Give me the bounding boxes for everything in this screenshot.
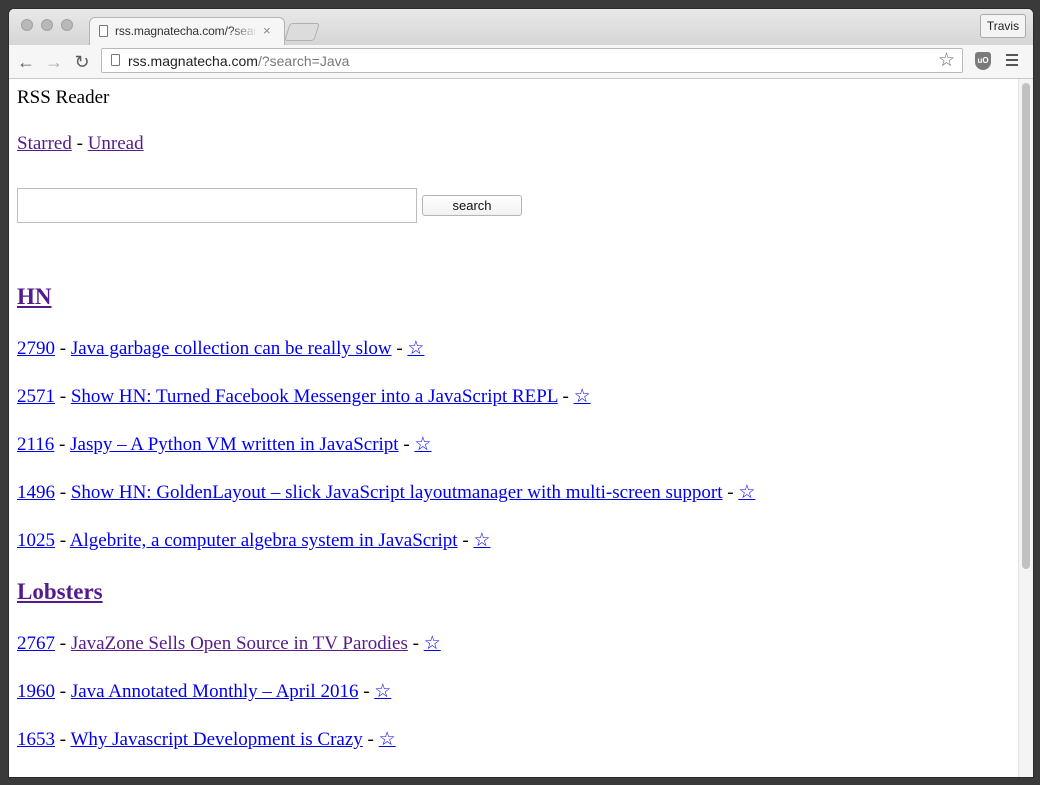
unread-link[interactable]: Unread: [88, 133, 144, 154]
address-bar[interactable]: rss.magnatecha.com/?search=Java ☆: [101, 48, 963, 73]
reload-icon[interactable]: ↻: [71, 51, 93, 73]
nav-separator: -: [71, 133, 88, 154]
tab-close-icon[interactable]: ×: [263, 23, 271, 38]
list-item: 2116 - Jaspy – A Python VM written in Ja…: [17, 433, 431, 456]
list-item: 2767 - JavaZone Sells Open Source in TV …: [17, 632, 441, 655]
tab-strip: rss.magnatecha.com/?search=Java × Travis: [9, 9, 1033, 45]
item-separator: -: [55, 482, 71, 503]
zoom-window-button[interactable]: [61, 19, 73, 31]
close-window-button[interactable]: [21, 19, 33, 31]
item-separator: -: [362, 729, 379, 750]
item-separator: -: [398, 434, 415, 455]
page-info-icon[interactable]: [111, 54, 120, 66]
article-title-link[interactable]: Why Javascript Development is Crazy: [70, 729, 362, 750]
profile-button[interactable]: Travis: [980, 14, 1026, 38]
item-separator: -: [54, 434, 71, 455]
item-separator: -: [358, 681, 375, 702]
minimize-window-button[interactable]: [41, 19, 53, 31]
bookmark-star-icon[interactable]: ☆: [938, 49, 955, 72]
article-title-link[interactable]: Java garbage collection can be really sl…: [71, 338, 392, 359]
article-title-link[interactable]: Show HN: Turned Facebook Messenger into …: [71, 386, 558, 407]
list-item: 1025 - Algebrite, a computer algebra sys…: [17, 529, 490, 552]
article-title-link[interactable]: Jaspy – A Python VM written in JavaScrip…: [70, 434, 398, 455]
search-input[interactable]: [17, 188, 417, 223]
item-separator: -: [391, 338, 408, 359]
star-icon[interactable]: ☆: [379, 729, 396, 750]
star-icon[interactable]: ☆: [473, 530, 490, 551]
page-content: RSS Reader Starred - Unread search HN 279…: [9, 79, 1033, 777]
item-separator: -: [722, 482, 739, 503]
item-separator: -: [407, 633, 424, 654]
score-link[interactable]: 1496: [17, 482, 55, 503]
list-item: 2790 - Java garbage collection can be re…: [17, 337, 424, 360]
list-item: 1653 - Why Javascript Development is Cra…: [17, 728, 396, 751]
item-separator: -: [55, 681, 71, 702]
page-icon: [99, 25, 108, 37]
browser-toolbar: ← → ↻ rss.magnatecha.com/?search=Java ☆ …: [9, 45, 1033, 79]
scrollbar-thumb[interactable]: [1022, 83, 1030, 569]
star-icon[interactable]: ☆: [574, 386, 591, 407]
search-button[interactable]: search: [422, 195, 522, 216]
list-item: 1496 - Show HN: GoldenLayout – slick Jav…: [17, 481, 755, 504]
star-icon[interactable]: ☆: [414, 434, 431, 455]
item-separator: -: [457, 530, 474, 551]
active-tab-content: rss.magnatecha.com/?search=Java ×: [99, 23, 283, 43]
star-icon[interactable]: ☆: [374, 681, 391, 702]
star-icon[interactable]: ☆: [407, 338, 424, 359]
article-title-link[interactable]: Algebrite, a computer algebra system in …: [70, 530, 458, 551]
list-item: 2571 - Show HN: Turned Facebook Messenge…: [17, 385, 591, 408]
score-link[interactable]: 1025: [17, 530, 55, 551]
list-item: 1960 - Java Annotated Monthly – April 20…: [17, 680, 391, 703]
ublock-extension-icon[interactable]: uO: [975, 52, 991, 70]
url-text[interactable]: rss.magnatecha.com/?search=Java: [128, 53, 349, 69]
star-icon[interactable]: ☆: [738, 482, 755, 503]
item-separator: -: [55, 530, 70, 551]
new-tab-button[interactable]: [284, 23, 320, 41]
item-separator: -: [55, 338, 71, 359]
item-separator: -: [55, 729, 71, 750]
score-link[interactable]: 1960: [17, 681, 55, 702]
article-title-link[interactable]: Java Annotated Monthly – April 2016: [71, 681, 359, 702]
article-title-link[interactable]: Show HN: GoldenLayout – slick JavaScript…: [71, 482, 723, 503]
forward-icon[interactable]: →: [43, 51, 65, 73]
browser-window: rss.magnatecha.com/?search=Java × Travis…: [9, 9, 1033, 777]
score-link[interactable]: 2116: [17, 434, 54, 455]
menu-icon[interactable]: [1006, 54, 1018, 69]
starred-link[interactable]: Starred: [17, 133, 72, 154]
page-title: RSS Reader: [17, 87, 110, 108]
item-separator: -: [55, 633, 71, 654]
feed-heading-lobsters[interactable]: Lobsters: [17, 579, 103, 605]
star-icon[interactable]: ☆: [424, 633, 441, 654]
item-separator: -: [557, 386, 574, 407]
item-separator: -: [55, 386, 71, 407]
vertical-scrollbar[interactable]: [1018, 79, 1033, 777]
score-link[interactable]: 2571: [17, 386, 55, 407]
score-link[interactable]: 2767: [17, 633, 55, 654]
nav-links: Starred - Unread: [17, 133, 144, 155]
feed-heading-hn[interactable]: HN: [17, 284, 52, 310]
score-link[interactable]: 1653: [17, 729, 55, 750]
score-link[interactable]: 2790: [17, 338, 55, 359]
back-icon[interactable]: ←: [15, 51, 37, 73]
article-title-link[interactable]: JavaZone Sells Open Source in TV Parodie…: [71, 633, 408, 654]
